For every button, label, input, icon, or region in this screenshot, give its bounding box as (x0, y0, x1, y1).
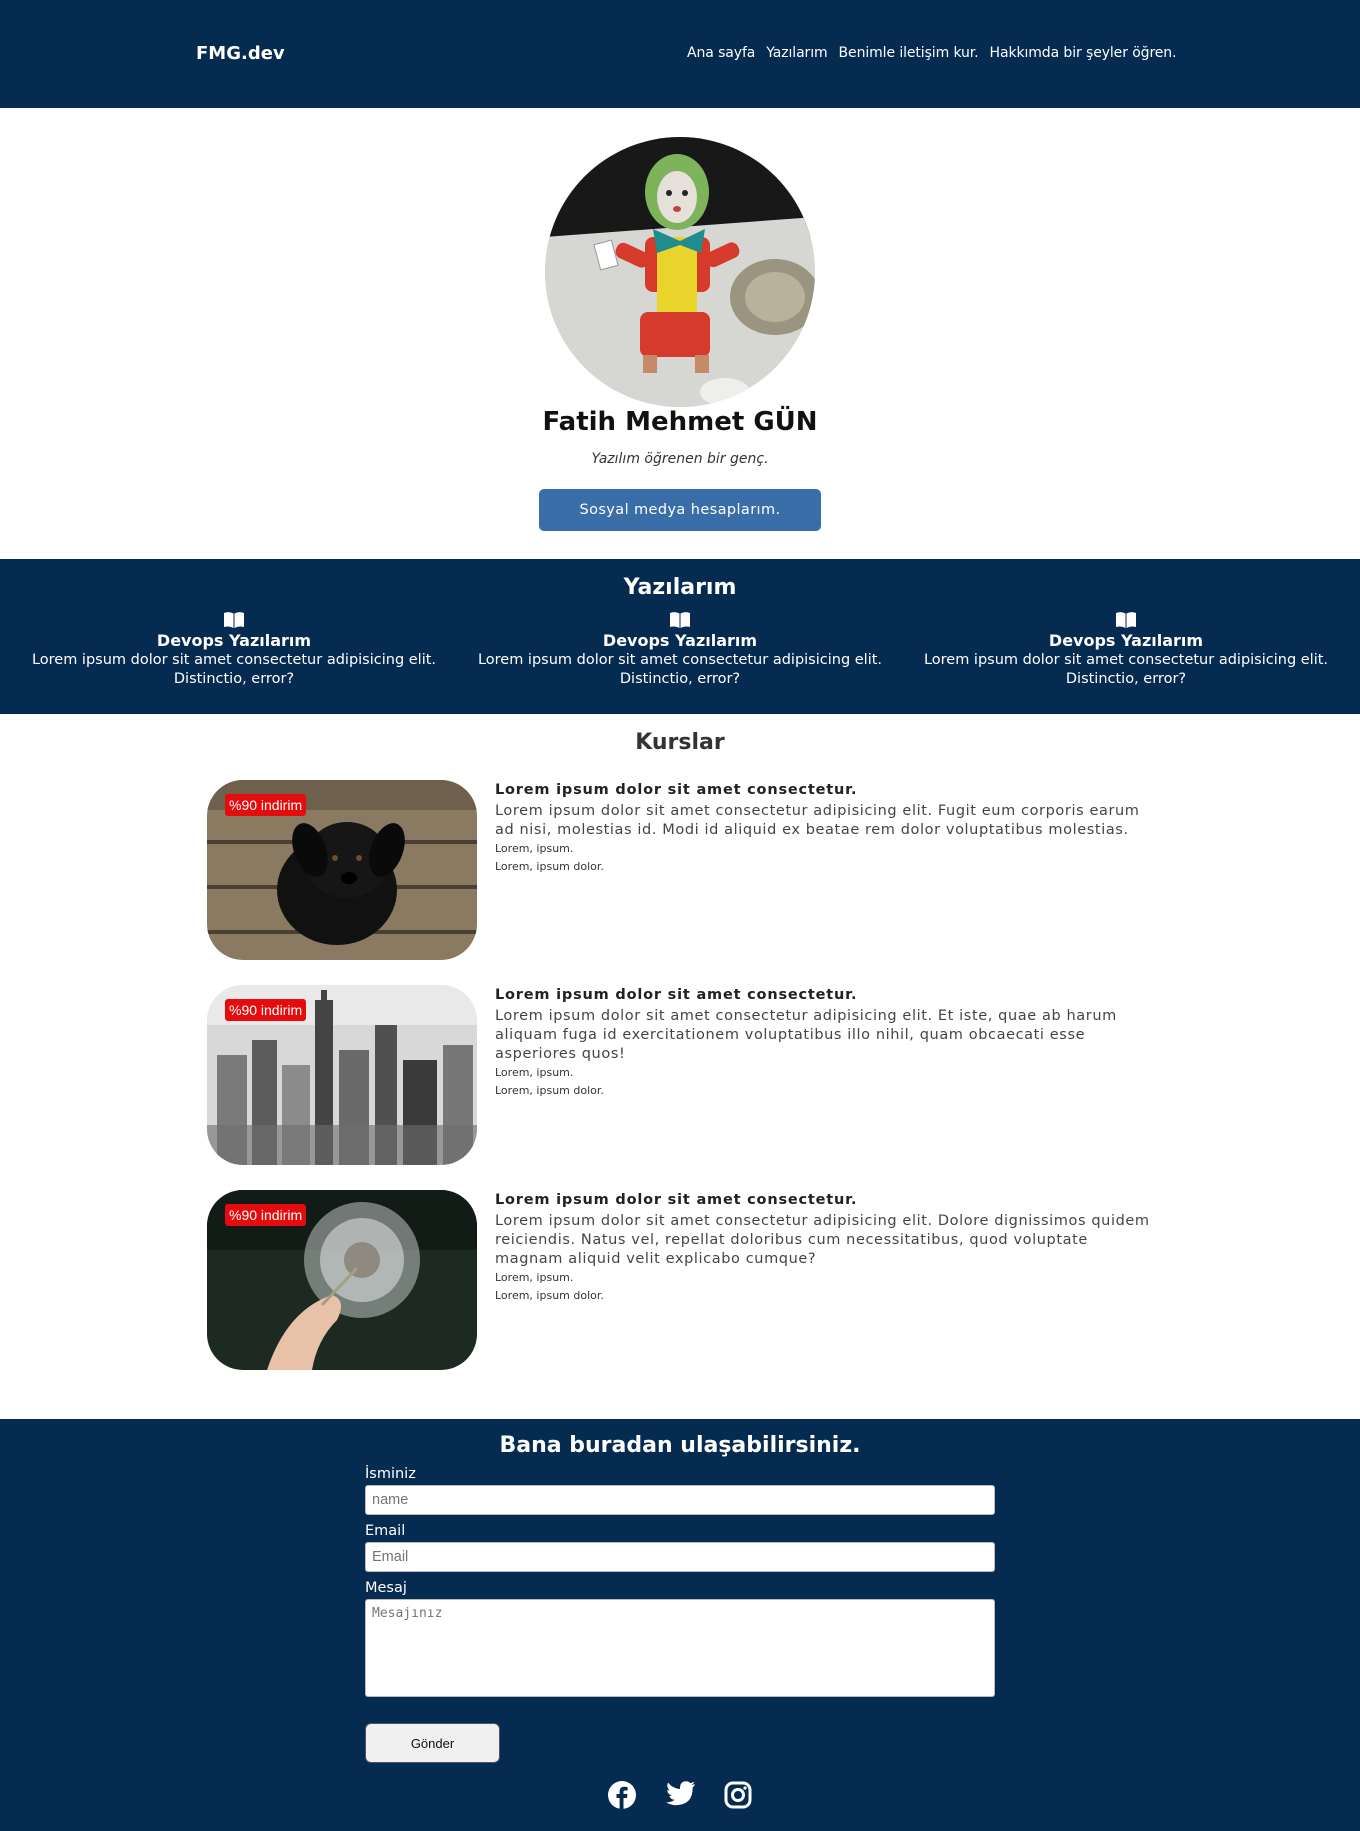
navbar: FMG.dev Ana sayfa Yazılarım Benimle ilet… (0, 0, 1360, 108)
course-meta-1: Lorem, ipsum. (495, 842, 574, 855)
nav-link-posts[interactable]: Yazılarım (766, 45, 827, 61)
name-input[interactable] (365, 1485, 995, 1515)
facebook-icon[interactable] (608, 1781, 636, 1809)
course-details: Lorem ipsum dolor sit amet consectetur. … (495, 987, 1155, 1100)
course-title[interactable]: Lorem ipsum dolor sit amet consectetur. (495, 1192, 1155, 1208)
post-text: Lorem ipsum dolor sit amet consectetur a… (477, 652, 883, 687)
submit-button[interactable]: Gönder (365, 1723, 500, 1763)
course-meta-1: Lorem, ipsum. (495, 1066, 574, 1079)
message-textarea[interactable] (365, 1599, 995, 1697)
discount-badge: %90 indirim (225, 1204, 307, 1226)
course-meta-1: Lorem, ipsum. (495, 1271, 574, 1284)
posts-title: Yazılarım (623, 575, 737, 600)
course-card[interactable]: %90 indirim Lorem ipsum dolor sit amet c… (207, 985, 1157, 1165)
course-description: Lorem ipsum dolor sit amet consectetur a… (495, 803, 1140, 838)
profile-tagline: Yazılım öğrenen bir genç. (591, 451, 769, 467)
name-label: İsminiz (365, 1466, 416, 1482)
email-input[interactable] (365, 1542, 995, 1572)
twitter-icon[interactable] (666, 1781, 695, 1809)
course-image-city[interactable]: %90 indirim (207, 985, 477, 1165)
email-label: Email (365, 1523, 406, 1539)
profile-avatar (545, 137, 815, 407)
nav-link-contact[interactable]: Benimle iletişim kur. (839, 45, 979, 61)
profile-name: Fatih Mehmet GÜN (542, 407, 818, 437)
course-card[interactable]: %90 indirim Lorem ipsum dolor sit amet c… (207, 780, 1157, 960)
post-card[interactable]: Devops Yazılarım Lorem ipsum dolor sit a… (916, 611, 1336, 689)
post-title: Devops Yazılarım (156, 631, 312, 650)
course-meta-2: Lorem, ipsum dolor. (495, 1289, 604, 1302)
course-description: Lorem ipsum dolor sit amet consectetur a… (495, 1008, 1117, 1062)
course-title[interactable]: Lorem ipsum dolor sit amet consectetur. (495, 782, 1155, 798)
course-meta-2: Lorem, ipsum dolor. (495, 860, 604, 873)
post-title: Devops Yazılarım (1048, 631, 1204, 650)
post-text: Lorem ipsum dolor sit amet consectetur a… (923, 652, 1329, 687)
discount-badge: %90 indirim (225, 794, 307, 816)
course-meta-2: Lorem, ipsum dolor. (495, 1084, 604, 1097)
course-image-dandelion[interactable]: %90 indirim (207, 1190, 477, 1370)
brand-logo[interactable]: FMG.dev (196, 43, 285, 64)
instagram-icon[interactable] (724, 1781, 752, 1809)
book-open-icon (1115, 611, 1137, 629)
contact-section: Bana buradan ulaşabilirsiniz. İsminiz Em… (0, 1419, 1360, 1831)
course-description: Lorem ipsum dolor sit amet consectetur a… (495, 1213, 1150, 1267)
discount-badge: %90 indirim (225, 999, 307, 1021)
posts-section: Yazılarım Devops Yazılarım Lorem ipsum d… (0, 559, 1360, 714)
message-label: Mesaj (365, 1580, 407, 1596)
social-accounts-button[interactable]: Sosyal medya hesaplarım. (539, 489, 821, 531)
course-image-puppy[interactable]: %90 indirim (207, 780, 477, 960)
courses-title: Kurslar (635, 730, 725, 755)
post-card[interactable]: Devops Yazılarım Lorem ipsum dolor sit a… (24, 611, 444, 689)
post-text: Lorem ipsum dolor sit amet consectetur a… (31, 652, 437, 687)
course-details: Lorem ipsum dolor sit amet consectetur. … (495, 1192, 1155, 1305)
book-open-icon (669, 611, 691, 629)
nav-link-about[interactable]: Hakkımda bir şeyler öğren. (990, 45, 1177, 61)
course-details: Lorem ipsum dolor sit amet consectetur. … (495, 782, 1155, 876)
course-title[interactable]: Lorem ipsum dolor sit amet consectetur. (495, 987, 1155, 1003)
course-card[interactable]: %90 indirim Lorem ipsum dolor sit amet c… (207, 1190, 1157, 1370)
nav-links: Ana sayfa Yazılarım Benimle iletişim kur… (687, 45, 1177, 61)
post-card[interactable]: Devops Yazılarım Lorem ipsum dolor sit a… (470, 611, 890, 689)
contact-title: Bana buradan ulaşabilirsiniz. (499, 1433, 861, 1458)
social-links (0, 1781, 1360, 1809)
post-title: Devops Yazılarım (602, 631, 758, 650)
book-open-icon (223, 611, 245, 629)
nav-link-home[interactable]: Ana sayfa (687, 45, 755, 61)
